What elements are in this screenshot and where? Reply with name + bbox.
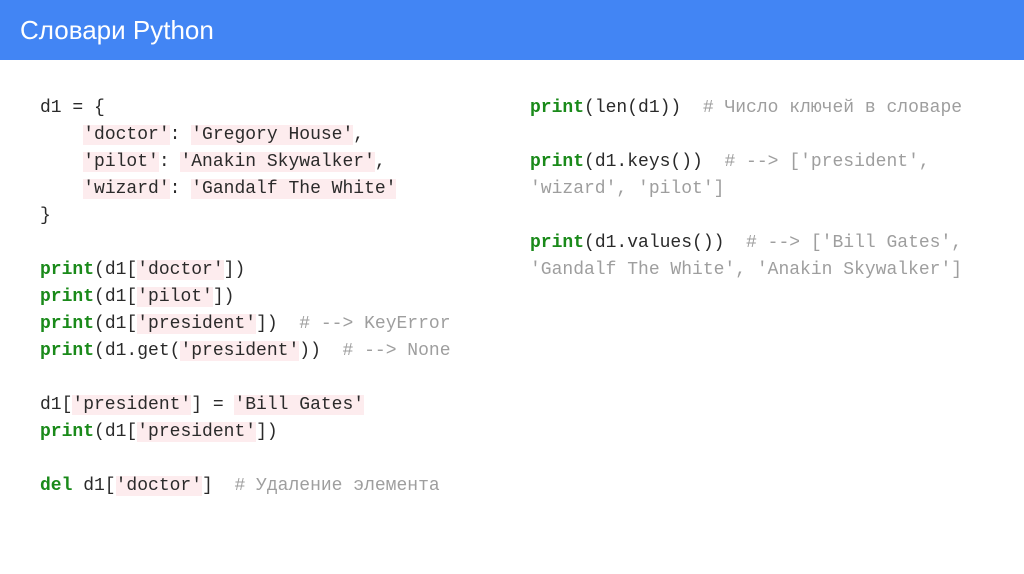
slide-title: Словари Python [20,15,214,46]
code-block-right: print(len(d1)) # Число ключей в словаре … [530,95,994,284]
slide-body: d1 = { 'doctor': 'Gregory House', 'pilot… [0,60,1024,530]
slide-header: Словари Python [0,0,1024,60]
code-column-right: print(len(d1)) # Число ключей в словаре … [530,95,994,500]
code-block-left: d1 = { 'doctor': 'Gregory House', 'pilot… [40,95,480,500]
code-column-left: d1 = { 'doctor': 'Gregory House', 'pilot… [40,95,480,500]
